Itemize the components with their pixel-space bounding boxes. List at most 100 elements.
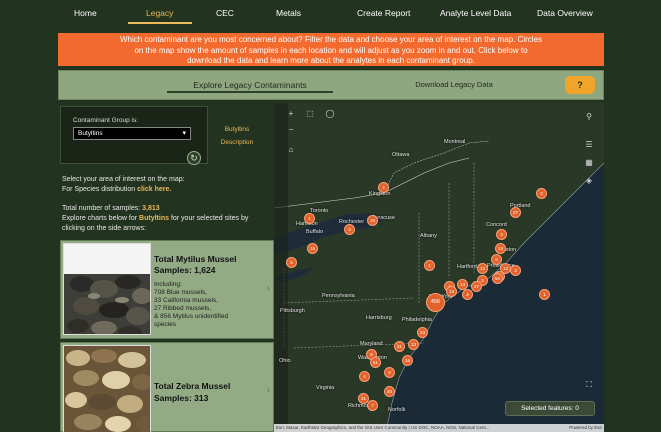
group-description-word: Description (220, 139, 254, 146)
sample-cluster[interactable]: 15 (307, 243, 318, 254)
sample-cluster[interactable]: 23 (417, 327, 428, 338)
chevron-down-icon: ▾ (182, 130, 186, 137)
sample-cluster[interactable]: 27 (510, 207, 521, 218)
map-view[interactable]: + − ⌂ ⬚ ◯ ⚲ ☰ ▦ ◈ ⛶ Ottawa Montreal King… (274, 103, 604, 432)
tab-download-legacy[interactable]: Download Legacy Data (389, 71, 519, 99)
sample-cluster[interactable]: 3 (344, 224, 355, 235)
nav-cec[interactable]: CEC (216, 8, 234, 18)
fullscreen-icon[interactable]: ⛶ (583, 379, 595, 391)
sample-cluster[interactable]: 5 (286, 257, 297, 268)
sample-cluster[interactable]: 1 (424, 260, 435, 271)
place-label: Virginia (316, 385, 335, 391)
species-card-mytilus[interactable]: Total Mytilus Mussel Samples: 1,624 Incl… (60, 240, 274, 339)
sample-cluster[interactable]: 3 (510, 265, 521, 276)
explore-line-2: clicking on the side arrows: (62, 225, 147, 232)
map-attribution: Esri, Maxar, Earthstar Geographics, and … (274, 424, 604, 432)
selected-features-button[interactable]: Selected features: 0 (505, 401, 595, 416)
species-line: For Species distribution click here. (62, 185, 171, 195)
mytilus-detail-2: 33 California mussels, (154, 297, 218, 304)
place-label: Montreal (444, 139, 466, 145)
help-button[interactable]: ? (565, 76, 595, 94)
mytilus-mussel-image (63, 243, 151, 335)
search-icon[interactable]: ⚲ (583, 111, 595, 123)
reset-icon[interactable]: ↻ (187, 151, 201, 165)
chevron-right-icon[interactable]: › (267, 385, 270, 396)
nav-data-overview[interactable]: Data Overview (537, 8, 593, 18)
sample-cluster[interactable]: 1 (539, 289, 550, 300)
sample-cluster[interactable]: 1 (304, 213, 315, 224)
place-label: Maryland (360, 341, 383, 347)
total-samples-value: 3,813 (142, 205, 160, 212)
contaminant-group-select[interactable]: Butyltins ▾ (73, 127, 191, 140)
mytilus-detail-0: Including: (154, 281, 182, 288)
mytilus-detail-5: species (154, 321, 177, 328)
sample-cluster[interactable]: 4 (378, 182, 389, 193)
mytilus-detail-3: 27 Ribbed mussels, (154, 305, 212, 312)
sample-cluster[interactable]: 31 (394, 341, 405, 352)
explore-tab-underline (167, 91, 333, 93)
home-icon[interactable]: ⌂ (285, 144, 297, 156)
contaminant-group-value: Butyltins (78, 130, 103, 137)
mytilus-card-title: Total Mytilus Mussel (154, 254, 237, 264)
filter-box: Contaminant Group is: Butyltins ▾ (60, 106, 208, 164)
zoom-out-icon[interactable]: − (285, 124, 297, 136)
zebra-card-samples: Samples: 313 (154, 393, 209, 403)
nav-metals[interactable]: Metals (276, 8, 301, 18)
mytilus-detail-1: 708 Blue mussels, (154, 289, 208, 296)
top-nav: Home Legacy CEC Metals Create Report Ana… (0, 0, 661, 28)
sample-cluster[interactable]: 16 (402, 355, 413, 366)
sample-cluster[interactable]: 40 (384, 386, 395, 397)
lasso-tool-icon[interactable]: ◯ (324, 108, 336, 120)
sample-cluster[interactable]: 13 (446, 286, 457, 297)
zoom-in-icon[interactable]: + (285, 108, 297, 120)
place-label: Harrisburg (366, 315, 392, 321)
left-panel: Contaminant Group is: Butyltins ▾ Butylt… (58, 103, 274, 432)
select-tool-icon[interactable]: ⬚ (304, 108, 316, 120)
layers-icon[interactable]: ☰ (583, 139, 595, 151)
sample-cluster[interactable]: 13 (495, 243, 506, 254)
banner-line-2: on the map show the amount of samples in… (134, 45, 528, 55)
place-label: Concord (486, 222, 507, 228)
contaminant-group-label: Contaminant Group is: (73, 117, 139, 124)
sample-cluster[interactable]: 4 (384, 367, 395, 378)
sample-cluster[interactable]: 51 (370, 357, 381, 368)
group-description-link[interactable]: Butyltins Description (216, 123, 258, 149)
active-tab-underline (128, 22, 192, 24)
sample-cluster[interactable]: 4 (359, 371, 370, 382)
area-prompt: Select your area of interest on the map: (62, 176, 185, 183)
grid-icon[interactable]: ▦ (583, 157, 595, 169)
powered-by-esri[interactable]: Powered by Esri (569, 424, 602, 432)
chevron-right-icon[interactable]: › (267, 283, 270, 294)
sample-cluster[interactable]: 4 (462, 289, 473, 300)
nav-home[interactable]: Home (74, 8, 97, 18)
explore-line-1: Explore charts below for Butyltins for y… (62, 214, 248, 224)
nav-create-report[interactable]: Create Report (357, 8, 410, 18)
sub-tab-bar: Explore Legacy Contaminants Download Leg… (58, 70, 604, 100)
species-link[interactable]: click here. (137, 186, 171, 193)
place-label: Albany (420, 233, 437, 239)
sample-cluster[interactable]: 456 (426, 293, 445, 312)
nav-analyte-level-data[interactable]: Analyte Level Data (440, 8, 511, 18)
sample-cluster[interactable]: 13 (477, 263, 488, 274)
tab-explore-legacy[interactable]: Explore Legacy Contaminants (167, 71, 333, 99)
explore-prefix: Explore charts below for (62, 215, 140, 222)
sample-cluster[interactable]: 27 (471, 281, 482, 292)
species-card-zebra[interactable]: Total Zebra Mussel Samples: 313 › (60, 342, 274, 432)
attribution-text: Esri, Maxar, Earthstar Geographics, and … (276, 425, 490, 430)
satellite-basemap (274, 103, 604, 432)
zebra-card-title: Total Zebra Mussel (154, 381, 231, 391)
place-label: Pennsylvania (322, 293, 355, 299)
sample-cluster[interactable]: 3 (496, 229, 507, 240)
nav-legacy[interactable]: Legacy (146, 8, 173, 18)
sample-cluster[interactable]: 7 (367, 400, 378, 411)
sample-cluster[interactable]: 19 (367, 215, 378, 226)
sample-cluster[interactable]: 54 (492, 273, 503, 284)
sample-cluster[interactable]: 6 (491, 254, 502, 265)
place-label: Pittsburgh (280, 308, 305, 314)
sample-cluster[interactable]: 13 (408, 339, 419, 350)
basemap-icon[interactable]: ◈ (583, 175, 595, 187)
total-samples-line: Total number of samples: 3,813 (62, 204, 160, 214)
explore-suffix: for your selected sites by (169, 215, 249, 222)
sample-cluster[interactable]: 3 (536, 188, 547, 199)
species-prefix: For Species distribution (62, 186, 138, 193)
